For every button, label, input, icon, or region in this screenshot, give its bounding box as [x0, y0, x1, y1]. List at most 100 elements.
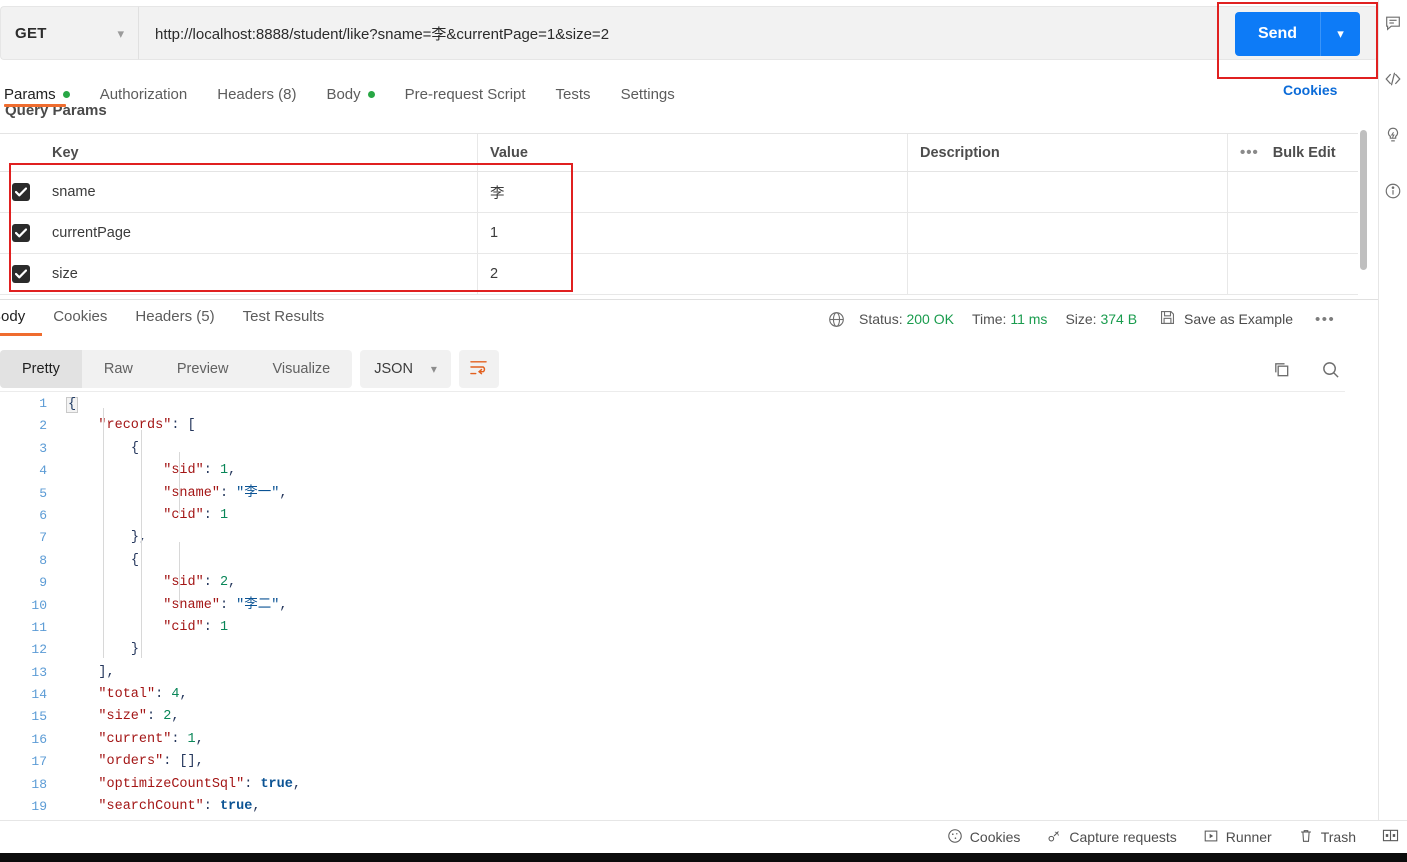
trash-icon: [1298, 828, 1314, 847]
param-value-input[interactable]: 李: [478, 172, 908, 212]
row-checkbox-cell[interactable]: [0, 254, 42, 294]
footer-capture-requests-label: Capture requests: [1069, 829, 1177, 845]
copy-icon[interactable]: [1272, 360, 1291, 379]
param-key-input[interactable]: currentPage: [42, 213, 478, 253]
response-tab-cookies[interactable]: Cookies: [53, 308, 107, 325]
code-line: {: [130, 440, 139, 456]
view-mode-visualize[interactable]: Visualize: [250, 350, 352, 388]
param-description-input[interactable]: [908, 254, 1228, 294]
line-number: 18: [31, 776, 47, 792]
line-number-gutter: 1 2 3 4 5 6 7 8 9 10 11 12 13 14 15 16 17 18 19: [0, 392, 56, 816]
url-text: http://localhost:8888/student/like?sname…: [155, 25, 610, 43]
line-number: 9: [39, 575, 47, 591]
status-value: 200 OK: [906, 311, 954, 327]
param-value-input[interactable]: 1: [478, 213, 908, 253]
checkbox-checked-icon[interactable]: [12, 183, 30, 201]
code-line: "optimizeCountSql": true,: [98, 776, 301, 792]
line-number: 1: [39, 396, 47, 411]
lightbulb-icon[interactable]: [1384, 126, 1402, 144]
response-body-viewer[interactable]: 1 2 3 4 5 6 7 8 9 10 11 12 13 14 15 16 17 18 19 { "records…: [0, 391, 1345, 816]
tab-body[interactable]: Body: [326, 86, 390, 103]
bulk-edit-group[interactable]: ••• Bulk Edit: [1228, 134, 1358, 171]
send-options-chevron-down-icon[interactable]: ▾: [1320, 12, 1360, 56]
row-checkbox-cell[interactable]: [0, 172, 42, 212]
param-value-input[interactable]: 2: [478, 254, 908, 294]
tab-tests-label: Tests: [555, 85, 591, 103]
cookie-icon: [947, 828, 963, 847]
tab-params[interactable]: Params: [4, 86, 86, 103]
http-method-label: GET: [15, 24, 47, 42]
header-value: Value: [478, 134, 908, 171]
params-scrollbar[interactable]: [1360, 130, 1367, 270]
footer-cookies-button[interactable]: Cookies: [947, 828, 1020, 847]
save-as-example-button[interactable]: Save as Example: [1159, 309, 1293, 329]
line-number: 11: [31, 619, 47, 635]
size-label: Size:: [1065, 311, 1097, 327]
globe-icon: [828, 311, 845, 328]
param-key-input[interactable]: size: [42, 254, 478, 294]
footer-runner-label: Runner: [1225, 829, 1272, 845]
bulk-edit-label[interactable]: Bulk Edit: [1273, 145, 1336, 161]
line-number: 12: [31, 642, 47, 658]
code-icon[interactable]: [1384, 70, 1402, 88]
response-active-tab-underline: [0, 333, 42, 336]
line-number: 5: [39, 485, 47, 501]
table-row[interactable]: currentPage 1: [0, 213, 1358, 254]
view-mode-raw[interactable]: Raw: [82, 350, 155, 388]
comment-icon[interactable]: [1384, 14, 1402, 32]
line-number: 19: [31, 799, 47, 815]
layout-toggle-button[interactable]: [1382, 828, 1399, 846]
send-button[interactable]: Send: [1235, 12, 1320, 56]
line-number: 10: [31, 597, 47, 613]
right-sidebar: [1378, 0, 1407, 820]
row-actions: [1228, 213, 1358, 253]
response-tab-body[interactable]: Body: [0, 308, 25, 325]
footer-trash-button[interactable]: Trash: [1298, 828, 1356, 847]
line-number: 8: [39, 552, 47, 568]
tab-settings[interactable]: Settings: [621, 86, 691, 103]
checkbox-checked-icon[interactable]: [12, 265, 30, 283]
search-icon[interactable]: [1321, 360, 1340, 379]
save-as-example-label: Save as Example: [1184, 311, 1293, 327]
code-line: "size": 2,: [98, 709, 180, 725]
request-url-bar: GET ▾ http://localhost:8888/student/like…: [0, 6, 1378, 60]
response-format-select[interactable]: JSON ▾: [360, 350, 451, 388]
response-more-options-icon[interactable]: •••: [1315, 311, 1335, 328]
row-checkbox-cell[interactable]: [0, 213, 42, 253]
url-input[interactable]: http://localhost:8888/student/like?sname…: [138, 6, 1378, 60]
footer-capture-requests-button[interactable]: Capture requests: [1046, 828, 1177, 847]
save-icon: [1159, 309, 1176, 329]
response-tab-headers[interactable]: Headers (5): [135, 308, 214, 325]
footer-runner-button[interactable]: Runner: [1203, 828, 1272, 847]
param-key-input[interactable]: sname: [42, 172, 478, 212]
word-wrap-toggle[interactable]: [458, 350, 499, 388]
checkbox-checked-icon[interactable]: [12, 224, 30, 242]
status-label: Status:: [859, 311, 903, 327]
code-line: "sid": 2,: [163, 575, 237, 591]
response-body-code[interactable]: { "records": [ { "sid": 1, "sname": "李一"…: [56, 392, 1345, 816]
response-tab-test-results[interactable]: Test Results: [243, 308, 325, 325]
param-description-input[interactable]: [908, 213, 1228, 253]
table-row[interactable]: size 2: [0, 254, 1358, 295]
param-description-input[interactable]: [908, 172, 1228, 212]
tab-headers[interactable]: Headers (8): [217, 86, 312, 103]
code-line: "sid": 1,: [163, 463, 237, 479]
view-mode-preview[interactable]: Preview: [155, 350, 251, 388]
tab-authorization[interactable]: Authorization: [100, 86, 204, 103]
http-method-selector[interactable]: GET ▾: [0, 6, 138, 60]
line-number: 6: [39, 507, 47, 523]
code-line: "orders": [],: [98, 754, 204, 770]
response-toolbar: Pretty Raw Preview Visualize JSON ▾: [0, 350, 1358, 388]
code-line: "sname": "李一",: [163, 485, 288, 501]
line-number: 17: [31, 754, 47, 770]
line-number: 3: [39, 440, 47, 456]
response-divider: [0, 299, 1378, 300]
info-icon[interactable]: [1384, 182, 1402, 200]
view-mode-pretty[interactable]: Pretty: [0, 350, 82, 388]
send-button-group[interactable]: Send ▾: [1235, 12, 1360, 56]
tab-pre-request-script[interactable]: Pre-request Script: [405, 86, 542, 103]
table-row[interactable]: sname 李: [0, 172, 1358, 213]
more-options-icon[interactable]: •••: [1240, 144, 1259, 161]
tab-tests[interactable]: Tests: [556, 86, 607, 103]
code-line: "records": [: [98, 418, 196, 434]
